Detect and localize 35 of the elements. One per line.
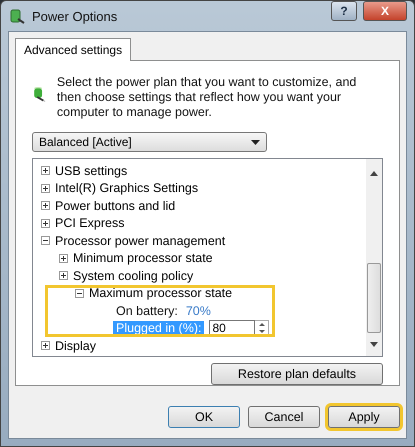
tree-item[interactable]: Power buttons and lid (55, 198, 176, 213)
expand-icon[interactable] (41, 184, 50, 193)
tree-item[interactable]: Maximum processor state (89, 286, 232, 300)
tree-item[interactable]: USB settings (55, 164, 128, 178)
expand-icon[interactable] (41, 341, 50, 350)
dialog-button[interactable]: Cancel (248, 406, 320, 428)
setting-label[interactable]: On battery: (113, 304, 181, 318)
expand-icon[interactable] (59, 254, 68, 263)
dialog-button[interactable]: Apply (328, 406, 400, 428)
expand-icon[interactable] (41, 201, 50, 210)
spin-field[interactable]: 80 (209, 320, 256, 336)
expand-icon[interactable] (59, 271, 68, 280)
collapse-icon[interactable] (75, 288, 84, 298)
tree-item[interactable]: Intel(R) Graphics Settings (55, 181, 198, 196)
plan-dropdown[interactable]: Balanced [Active] (32, 132, 267, 152)
setting-value[interactable]: 70% (186, 304, 211, 318)
tree-item[interactable]: Processor power management (55, 234, 226, 248)
description-text: Select the power plan that you want to customize, and then choose settings that reflect how you want your computer to manage power. (56, 75, 358, 120)
tree-item[interactable]: System cooling policy (73, 268, 194, 283)
expand-icon[interactable] (41, 166, 50, 176)
tree-item[interactable]: PCI Express (55, 216, 124, 230)
scrollbar-thumb[interactable] (367, 262, 381, 332)
tree-item[interactable]: Minimum processor state (73, 251, 213, 266)
collapse-icon[interactable] (41, 236, 50, 246)
scroll-up-icon[interactable] (370, 171, 378, 176)
window-title: Power Options (32, 8, 118, 24)
help-button[interactable]: ? (331, 1, 357, 21)
battery-plug-icon (8, 7, 26, 25)
scroll-down-icon[interactable] (370, 342, 378, 347)
dialog-button[interactable]: OK (168, 406, 240, 428)
tree-item[interactable]: Display (55, 338, 96, 353)
restore-defaults-button[interactable]: Restore plan defaults (211, 363, 383, 385)
expand-icon[interactable] (41, 218, 50, 228)
tab[interactable]: Advanced settings (15, 38, 132, 61)
dropdown-arrow-icon (251, 140, 260, 144)
